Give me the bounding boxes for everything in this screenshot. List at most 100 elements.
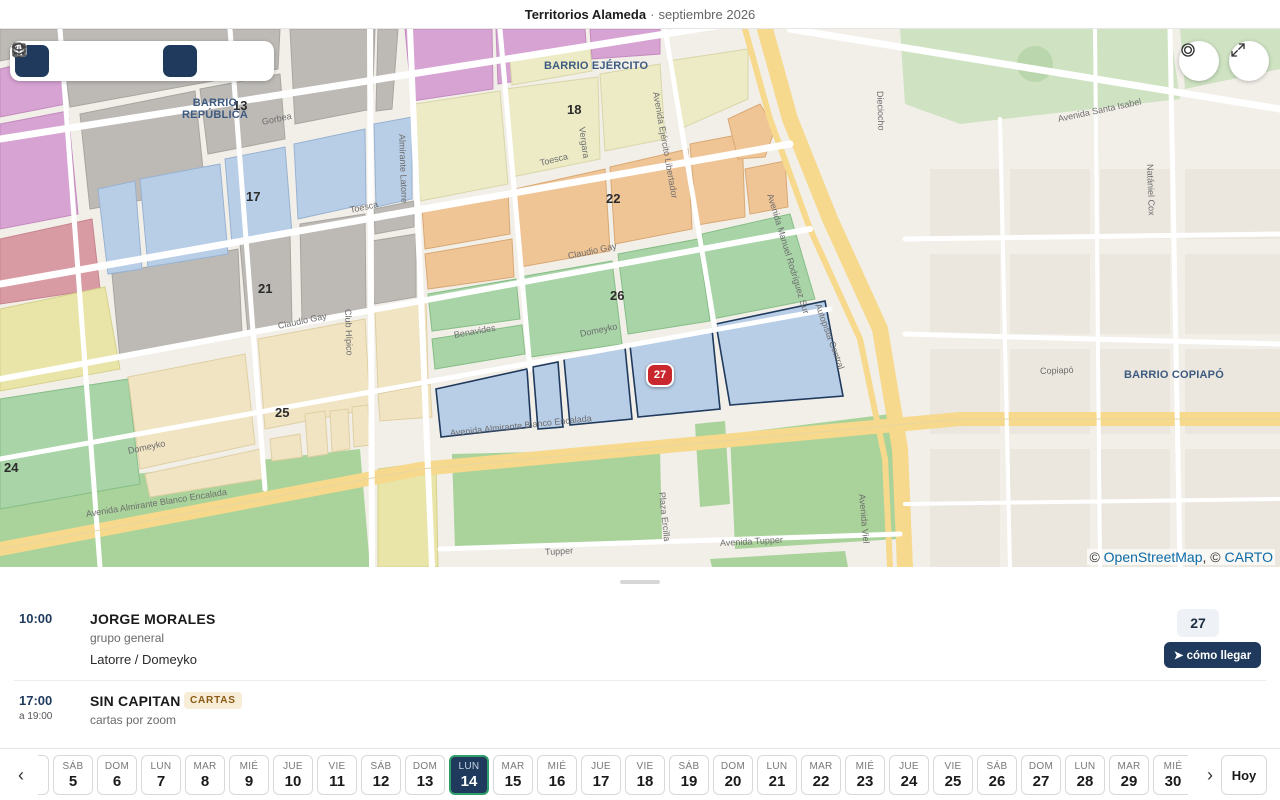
day-chip[interactable]: MAR 8	[185, 755, 225, 795]
day-chip[interactable]: SÁB 5	[53, 755, 93, 795]
day-number: 30	[1164, 772, 1182, 790]
event-time: 10:00	[19, 611, 53, 626]
day-weekday: MAR	[809, 760, 833, 772]
osm-link[interactable]: OpenStreetMap	[1104, 549, 1203, 565]
event-group: cartas por zoom	[90, 713, 177, 727]
event-group: grupo general	[90, 631, 165, 645]
day-number: 9	[244, 772, 254, 790]
day-weekday: JUE	[899, 760, 919, 772]
day-chip[interactable]: MAR 29	[1109, 755, 1149, 795]
day-chip[interactable]: SÁB 19	[669, 755, 709, 795]
event-title: SIN CAPITAN	[90, 693, 181, 709]
target-icon	[1181, 43, 1195, 57]
grid-button[interactable]	[12, 43, 197, 77]
day-weekday: MAR	[193, 760, 217, 772]
day-number: 13	[416, 772, 434, 790]
territory-marker[interactable]: 27	[646, 363, 674, 387]
day-chip[interactable]: VIE 25	[933, 755, 973, 795]
edit-button[interactable]	[12, 43, 157, 77]
document-button[interactable]	[13, 42, 85, 77]
day-chip[interactable]: SÁB 12	[361, 755, 401, 795]
panel-drag-handle[interactable]	[620, 580, 660, 584]
page-title: Territorios Alameda	[524, 6, 647, 22]
day-chip[interactable]: LUN 21	[757, 755, 797, 795]
day-weekday: DOM	[1028, 760, 1054, 772]
day-weekday: VIE	[328, 760, 346, 772]
layers-button[interactable]	[11, 42, 269, 77]
day-number: 23	[856, 772, 874, 790]
day-chip[interactable]: MIÉ 23	[845, 755, 885, 795]
day-number: 27	[1032, 772, 1050, 790]
map-canvas[interactable]	[0, 29, 1280, 567]
day-chip[interactable]: MIÉ 30	[1153, 755, 1188, 795]
day-chip[interactable]: JUE 24	[889, 755, 929, 795]
square-button[interactable]	[12, 43, 233, 77]
day-weekday: SÁB	[62, 760, 84, 772]
prev-days-button[interactable]: ‹	[9, 760, 33, 790]
carto-link[interactable]: CARTO	[1225, 549, 1274, 565]
day-chip[interactable]: MIÉ 16	[537, 755, 577, 795]
day-chip[interactable]: LUN 28	[1065, 755, 1105, 795]
day-chip[interactable]: DOM 27	[1021, 755, 1061, 795]
divider	[14, 680, 1266, 681]
map-view[interactable]: 13 18 17 22 21 26 25 24 BARRIO EJÉRCITO …	[0, 29, 1280, 567]
event-time: 17:00	[19, 693, 53, 708]
day-number: 14	[460, 772, 478, 790]
directions-button[interactable]: ➤ cómo llegar	[1164, 642, 1261, 668]
day-chip[interactable]: JUE 10	[273, 755, 313, 795]
day-number: 7	[156, 772, 166, 790]
schedule-item[interactable]: 10:00 JORGE MORALES grupo general Latorr…	[14, 607, 1266, 681]
territory-number-badge[interactable]: 27	[1177, 609, 1219, 637]
day-weekday: SÁB	[986, 760, 1008, 772]
day-weekday: JUE	[591, 760, 611, 772]
day-weekday: DOM	[720, 760, 746, 772]
day-chip[interactable]: MAR 15	[493, 755, 533, 795]
day-weekday: MAR	[1117, 760, 1141, 772]
day-chip[interactable]: MIÉ 9	[229, 755, 269, 795]
day-chip[interactable]: MAR 22	[801, 755, 841, 795]
day-number: 10	[284, 772, 302, 790]
day-number: 29	[1120, 772, 1138, 790]
day-chip[interactable]: DOM 13	[405, 755, 445, 795]
day-number: 25	[944, 772, 962, 790]
day-weekday: MIÉ	[239, 760, 259, 772]
day-number: 12	[372, 772, 390, 790]
day-weekday: DOM	[412, 760, 438, 772]
day-chip[interactable]: LUN 7	[141, 755, 181, 795]
day-chip[interactable]: SÁB 26	[977, 755, 1017, 795]
day-chip[interactable]: VIE 18	[625, 755, 665, 795]
next-days-button[interactable]: ›	[1198, 760, 1222, 790]
schedule-item[interactable]: 17:00 a 19:00 SIN CAPITAN CARTAS cartas …	[14, 692, 1266, 740]
category-badge: CARTAS	[184, 692, 242, 709]
day-weekday: VIE	[636, 760, 654, 772]
day-number: 15	[504, 772, 522, 790]
day-number: 28	[1076, 772, 1094, 790]
day-weekday: MIÉ	[547, 760, 567, 772]
schedule-panel: 10:00 JORGE MORALES grupo general Latorr…	[0, 567, 1280, 748]
day-number: 17	[592, 772, 610, 790]
day-chip[interactable]	[38, 755, 49, 795]
day-list: SÁB 5 DOM 6 LUN 7 MAR 8 MIÉ 9 JUE 10 VIE 11 SÁB 12 DOM 13…	[38, 755, 1188, 795]
copy-button[interactable]	[12, 43, 121, 77]
day-number: 16	[548, 772, 566, 790]
app-root: Territorios Alameda · septiembre 2026 13…	[0, 0, 1280, 800]
day-weekday: DOM	[104, 760, 130, 772]
day-selected[interactable]: LUN 14	[449, 755, 489, 795]
app-header: Territorios Alameda · septiembre 2026	[0, 0, 1280, 29]
day-number: 19	[680, 772, 698, 790]
day-weekday: LUN	[458, 760, 480, 772]
day-weekday: LUN	[150, 760, 172, 772]
day-chip[interactable]: VIE 11	[317, 755, 357, 795]
today-button[interactable]: Hoy	[1221, 755, 1267, 795]
fullscreen-button[interactable]	[1229, 41, 1269, 81]
attribution-mid: , ©	[1202, 549, 1221, 565]
day-weekday: JUE	[283, 760, 303, 772]
event-title: JORGE MORALES	[90, 611, 216, 627]
day-chip[interactable]: DOM 20	[713, 755, 753, 795]
expand-icon	[1231, 43, 1245, 57]
day-weekday: MIÉ	[855, 760, 875, 772]
day-number: 22	[812, 772, 830, 790]
day-chip[interactable]: DOM 6	[97, 755, 137, 795]
day-chip[interactable]: JUE 17	[581, 755, 621, 795]
locate-button[interactable]	[1179, 41, 1219, 81]
